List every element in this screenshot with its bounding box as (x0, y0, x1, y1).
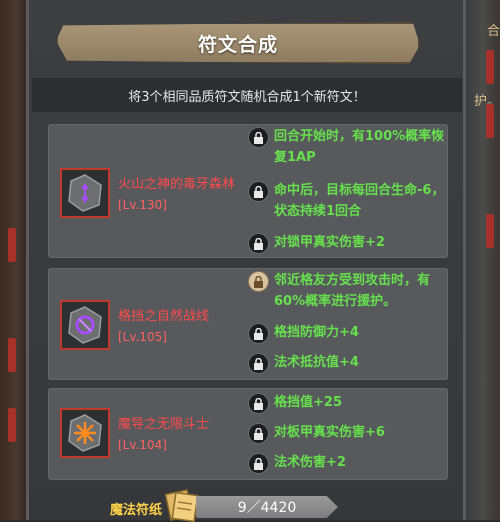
rune-effect-text: 对板甲真实伤害+6 (274, 425, 385, 440)
lock-icon (248, 393, 269, 414)
rune-effect-text: 格挡防御力+4 (274, 325, 359, 340)
lock-icon (248, 353, 269, 374)
rune-effect: 命中后，目标每回合生命-6，状态持续1回合 (248, 180, 448, 222)
side-fragment-text: 合 (486, 24, 500, 39)
currency-label: 魔法符纸 (110, 503, 163, 518)
rune-level: [Lv.104] (118, 438, 167, 452)
rune-name: 格挡之自然战线 (118, 309, 210, 324)
rune-effect: 邻近格友方受到攻击时，有60%概率进行援护。 (248, 270, 448, 312)
purple-arrows-rune-icon (68, 174, 102, 212)
side-red-marker (486, 104, 494, 138)
unlocked-icon (248, 271, 269, 292)
rune-effect-text: 回合开始时，有100%概率恢复1AP (274, 129, 445, 165)
currency-count: 9／4420 (237, 500, 297, 516)
rune-effect-text: 法术伤害+2 (274, 455, 346, 470)
rune-effect-text: 邻近格友方受到攻击时，有60%概率进行援护。 (274, 273, 431, 309)
rune-effect-text: 对锁甲真实伤害+2 (274, 235, 385, 250)
rune-icon-slot[interactable] (60, 300, 110, 350)
rune-effect: 格挡值+25 (248, 392, 448, 414)
currency-counter: 9／4420 (196, 496, 338, 518)
subtitle-text: 将3个相同品质符文随机合成1个新符文！ (128, 89, 366, 105)
page-title: 符文合成 (197, 33, 278, 56)
rune-effect-text: 法术抵抗值+4 (274, 355, 359, 370)
side-red-marker (8, 408, 16, 442)
rune-effect: 法术伤害+2 (248, 452, 448, 474)
lock-icon (248, 233, 269, 254)
orange-star-rune-icon (68, 414, 102, 452)
rune-level: [Lv.130] (118, 198, 167, 212)
side-red-marker (486, 50, 494, 84)
rune-card[interactable]: 格挡之自然战线 [Lv.105] 邻近格友方受到攻击时，有60%概率进行援护。 … (48, 268, 448, 380)
side-red-marker (8, 338, 16, 372)
rune-effect: 回合开始时，有100%概率恢复1AP (248, 126, 448, 168)
currency-bar: 魔法符纸 9／4420 (100, 489, 400, 522)
rune-name: 火山之神的毒牙森林 (118, 177, 236, 192)
rune-effect-text: 格挡值+25 (274, 395, 342, 410)
rune-name: 魔导之无限斗士 (118, 417, 210, 432)
rune-card[interactable]: 火山之神的毒牙森林 [Lv.130] 回合开始时，有100%概率恢复1AP 命中… (48, 124, 448, 258)
lock-icon (248, 127, 269, 148)
lock-icon (248, 323, 269, 344)
lock-icon (248, 453, 269, 474)
background-right: 合 护。 (466, 0, 500, 520)
title-banner: 符文合成 (56, 22, 420, 64)
rune-icon-slot[interactable] (60, 168, 110, 218)
side-red-marker (8, 228, 16, 262)
lock-icon (248, 423, 269, 444)
rune-effect: 对板甲真实伤害+6 (248, 422, 448, 444)
rune-effect: 对锁甲真实伤害+2 (248, 232, 448, 254)
rune-icon-slot[interactable] (60, 408, 110, 458)
side-red-marker (486, 214, 494, 248)
rune-card[interactable]: 魔导之无限斗士 [Lv.104] 格挡值+25 对板甲真实伤害+6 法术伤害+2 (48, 388, 448, 480)
rune-effect: 法术抵抗值+4 (248, 352, 448, 374)
subtitle-bar: 将3个相同品质符文随机合成1个新符文！ (32, 78, 462, 112)
rune-effect: 格挡防御力+4 (248, 322, 448, 344)
rune-level: [Lv.105] (118, 330, 167, 344)
purple-swirl-rune-icon (68, 306, 102, 344)
lock-icon (248, 181, 269, 202)
rune-effect-text: 命中后，目标每回合生命-6，状态持续1回合 (274, 183, 445, 219)
